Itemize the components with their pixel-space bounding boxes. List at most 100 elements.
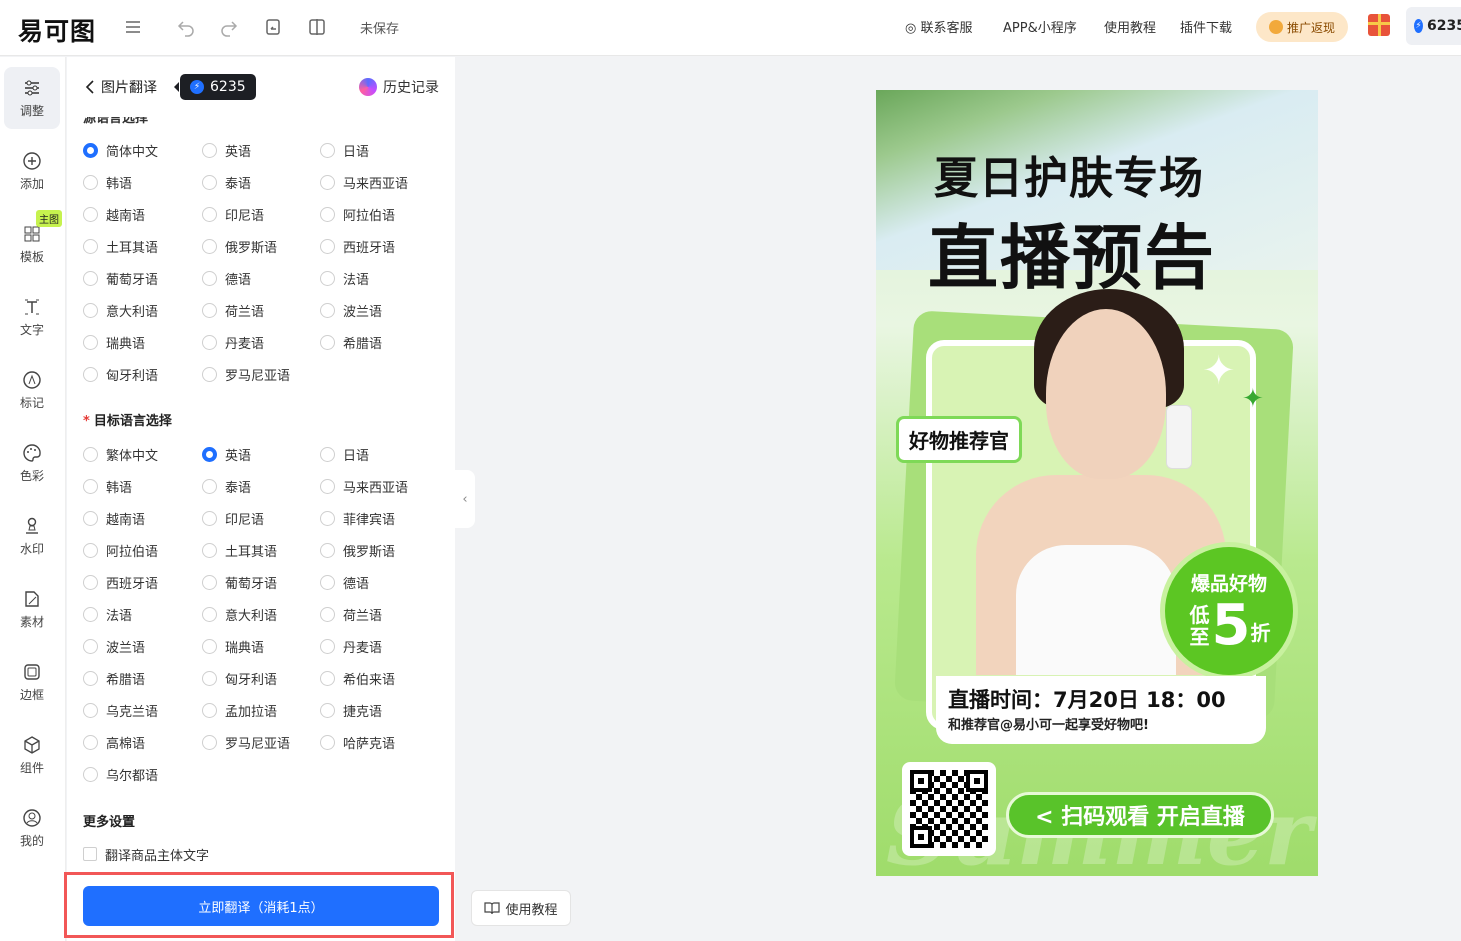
radio-button[interactable] [202, 542, 217, 558]
radio-button[interactable] [320, 542, 335, 558]
target-option[interactable]: 英语 [202, 444, 251, 464]
compare-icon[interactable] [306, 16, 328, 38]
radio-button[interactable] [320, 574, 335, 590]
radio-button[interactable] [83, 302, 98, 318]
target-option[interactable]: 高棉语 [83, 732, 145, 752]
radio-button[interactable] [83, 638, 98, 654]
source-option[interactable]: 波兰语 [320, 300, 382, 320]
radio-button[interactable] [202, 206, 217, 222]
target-option[interactable]: 意大利语 [202, 604, 277, 624]
target-option[interactable]: 荷兰语 [320, 604, 382, 624]
target-option[interactable]: 丹麦语 [320, 636, 382, 656]
source-option[interactable]: 韩语 [83, 172, 132, 192]
source-option[interactable]: 瑞典语 [83, 332, 145, 352]
menu-icon[interactable] [122, 16, 144, 38]
radio-button[interactable] [202, 238, 217, 254]
radio-button[interactable] [202, 670, 217, 686]
radio-button[interactable] [202, 270, 217, 286]
radio-button[interactable] [83, 142, 98, 158]
source-option[interactable]: 葡萄牙语 [83, 268, 158, 288]
source-option[interactable]: 日语 [320, 140, 369, 160]
target-option[interactable]: 俄罗斯语 [320, 540, 395, 560]
rail-mine[interactable]: 我的 [4, 797, 60, 859]
source-option[interactable]: 丹麦语 [202, 332, 264, 352]
gift-icon[interactable] [1368, 14, 1390, 36]
radio-button[interactable] [202, 334, 217, 350]
target-option[interactable]: 马来西亚语 [320, 476, 408, 496]
tutorial-link[interactable]: 使用教程 [1104, 17, 1156, 36]
radio-button[interactable] [320, 702, 335, 718]
poster-image[interactable]: 夏日护肤专场 直播预告 ✦ ✦ 好物推荐官 爆品好物 低至 5 折 直播时间：7… [876, 90, 1318, 876]
radio-button[interactable] [320, 334, 335, 350]
source-option[interactable]: 阿拉伯语 [320, 204, 395, 224]
target-option[interactable]: 韩语 [83, 476, 132, 496]
target-option[interactable]: 德语 [320, 572, 369, 592]
checkbox-box[interactable] [83, 847, 97, 861]
rail-frame[interactable]: 边框 [4, 651, 60, 713]
rail-text[interactable]: 文字 [4, 286, 60, 348]
target-option[interactable]: 希伯来语 [320, 668, 395, 688]
history-button[interactable]: 历史记录 [359, 77, 439, 97]
radio-button[interactable] [202, 446, 217, 462]
radio-button[interactable] [83, 542, 98, 558]
radio-button[interactable] [202, 734, 217, 750]
radio-button[interactable] [83, 366, 98, 382]
radio-button[interactable] [83, 606, 98, 622]
rail-adjust[interactable]: 调整 [4, 67, 60, 129]
target-option[interactable]: 越南语 [83, 508, 145, 528]
radio-button[interactable] [202, 574, 217, 590]
radio-button[interactable] [320, 734, 335, 750]
source-option[interactable]: 马来西亚语 [320, 172, 408, 192]
radio-button[interactable] [83, 446, 98, 462]
radio-button[interactable] [83, 510, 98, 526]
radio-button[interactable] [202, 142, 217, 158]
tutorial-button[interactable]: 使用教程 [471, 890, 571, 926]
source-option[interactable]: 意大利语 [83, 300, 158, 320]
source-option[interactable]: 越南语 [83, 204, 145, 224]
rail-component[interactable]: 组件 [4, 724, 60, 786]
target-option[interactable]: 乌克兰语 [83, 700, 158, 720]
radio-button[interactable] [202, 478, 217, 494]
target-option[interactable]: 瑞典语 [202, 636, 264, 656]
target-option[interactable]: 乌尔都语 [83, 764, 158, 784]
target-option[interactable]: 法语 [83, 604, 132, 624]
collapse-panel-button[interactable]: ‹ [455, 470, 475, 528]
radio-button[interactable] [83, 174, 98, 190]
radio-button[interactable] [83, 478, 98, 494]
redo-icon[interactable] [218, 16, 240, 38]
translate-subject-checkbox[interactable]: 翻译商品主体文字 [83, 844, 209, 864]
target-option[interactable]: 葡萄牙语 [202, 572, 277, 592]
radio-button[interactable] [202, 366, 217, 382]
plugin-link[interactable]: 插件下载 [1180, 17, 1232, 36]
undo-icon[interactable] [175, 16, 197, 38]
rail-marker[interactable]: 标记 [4, 359, 60, 421]
rail-watermark[interactable]: 水印 [4, 505, 60, 567]
radio-button[interactable] [202, 638, 217, 654]
target-option[interactable]: 日语 [320, 444, 369, 464]
rail-color[interactable]: 色彩 [4, 432, 60, 494]
radio-button[interactable] [83, 270, 98, 286]
target-option[interactable]: 哈萨克语 [320, 732, 395, 752]
source-option[interactable]: 俄罗斯语 [202, 236, 277, 256]
radio-button[interactable] [320, 638, 335, 654]
radio-button[interactable] [83, 238, 98, 254]
target-option[interactable]: 土耳其语 [202, 540, 277, 560]
radio-button[interactable] [320, 446, 335, 462]
source-option[interactable]: 匈牙利语 [83, 364, 158, 384]
source-option[interactable]: 西班牙语 [320, 236, 395, 256]
back-button[interactable]: 图片翻译 [85, 77, 157, 97]
radio-button[interactable] [320, 606, 335, 622]
radio-button[interactable] [83, 702, 98, 718]
radio-button[interactable] [202, 302, 217, 318]
radio-button[interactable] [202, 606, 217, 622]
app-logo[interactable]: 易可图 [18, 12, 96, 48]
radio-button[interactable] [320, 238, 335, 254]
source-option[interactable]: 泰语 [202, 172, 251, 192]
radio-button[interactable] [83, 206, 98, 222]
radio-button[interactable] [320, 270, 335, 286]
target-option[interactable]: 希腊语 [83, 668, 145, 688]
target-option[interactable]: 泰语 [202, 476, 251, 496]
source-option[interactable]: 印尼语 [202, 204, 264, 224]
radio-button[interactable] [320, 174, 335, 190]
radio-button[interactable] [320, 478, 335, 494]
